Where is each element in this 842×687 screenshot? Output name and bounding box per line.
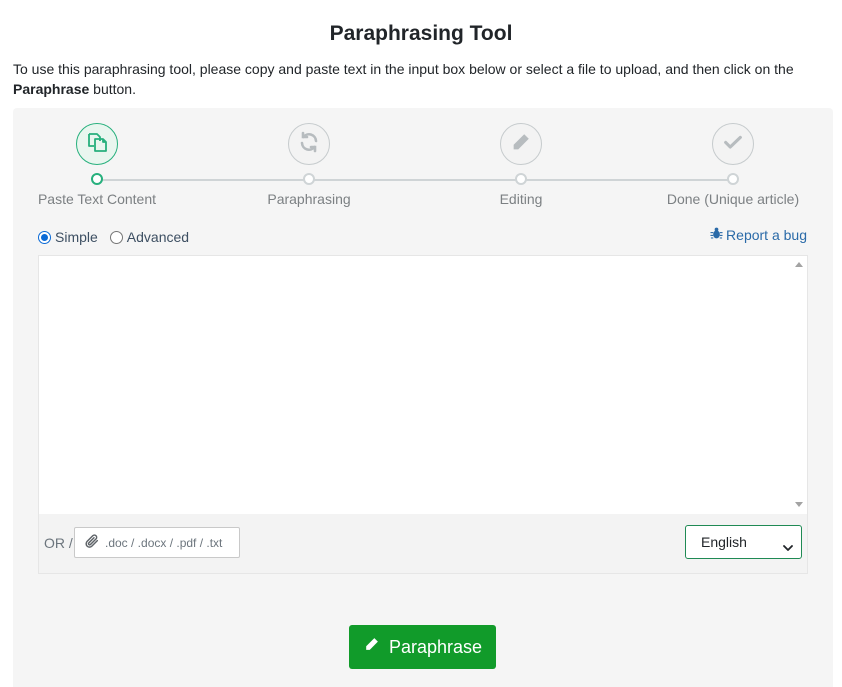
step-dot <box>303 173 315 185</box>
simple-label[interactable]: Simple <box>55 229 98 245</box>
report-bug-label: Report a bug <box>726 226 807 243</box>
intro-text-end: button. <box>89 81 136 97</box>
file-upload-button[interactable]: .doc / .docx / .pdf / .txt <box>74 527 240 558</box>
report-bug-link[interactable]: Report a bug <box>710 226 807 243</box>
step-label: Paste Text Content <box>37 191 157 207</box>
input-footer: OR / .doc / .docx / .pdf / .txt English <box>38 514 808 574</box>
advanced-radio[interactable] <box>109 230 123 244</box>
scroll-down-arrow[interactable] <box>795 502 803 507</box>
page-title: Paraphrasing Tool <box>329 22 513 45</box>
step-dot <box>727 173 739 185</box>
step-dot <box>515 173 527 185</box>
paraphrase-button[interactable]: Paraphrase <box>349 625 496 669</box>
chevron-down-icon <box>783 539 793 555</box>
simple-radio[interactable] <box>38 230 51 244</box>
step-circle <box>500 123 542 165</box>
language-selected: English <box>701 534 747 550</box>
check-icon <box>722 131 744 158</box>
progress-line <box>97 179 733 181</box>
intro-text: To use this paraphrasing tool, please co… <box>13 59 833 99</box>
mode-selector: Simple Advanced <box>38 229 201 245</box>
intro-text-bold: Paraphrase <box>13 81 90 97</box>
text-input-scrollbar[interactable] <box>791 256 807 513</box>
step-circle <box>76 123 118 165</box>
step-circle <box>288 123 330 165</box>
paraphrase-button-label: Paraphrase <box>388 636 483 657</box>
bug-icon <box>710 226 726 243</box>
advanced-label[interactable]: Advanced <box>127 229 189 245</box>
file-types-label: .doc / .docx / .pdf / .txt <box>105 535 223 550</box>
pencil-icon <box>510 131 532 158</box>
scroll-up-arrow[interactable] <box>795 262 803 267</box>
step-circle <box>712 123 754 165</box>
copy-icon <box>85 130 109 159</box>
text-input[interactable] <box>39 256 793 513</box>
pencil-icon <box>363 636 389 658</box>
language-select[interactable]: English <box>685 525 802 559</box>
step-label: Paraphrasing <box>267 191 351 207</box>
or-label: OR / <box>44 535 73 551</box>
refresh-icon <box>297 130 321 159</box>
step-dot <box>91 173 103 185</box>
text-input-container <box>38 255 808 514</box>
paperclip-icon <box>84 533 105 552</box>
intro-text-start: To use this paraphrasing tool, please co… <box>13 61 794 77</box>
step-label: Editing <box>499 191 543 207</box>
step-label: Done (Unique article) <box>666 191 800 207</box>
